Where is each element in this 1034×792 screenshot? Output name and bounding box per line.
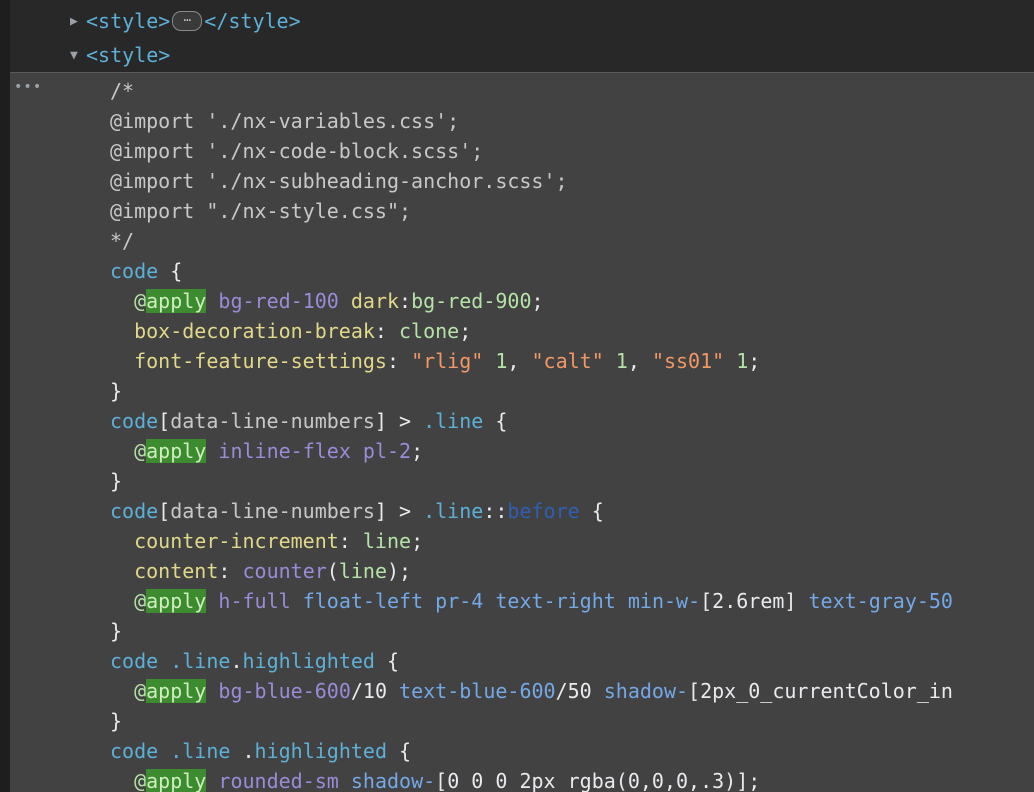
- import-line: @import './nx-subheading-anchor.scss';: [110, 169, 568, 193]
- apply-line: @apply bg-red-100 dark:bg-red-900;: [134, 289, 544, 313]
- import-line: @import './nx-code-block.scss';: [110, 139, 484, 163]
- decl-line: box-decoration-break: clone;: [134, 319, 472, 343]
- style-close-tag: </style>: [204, 9, 301, 33]
- rule-code: code {: [110, 259, 183, 283]
- collapsed-style-node[interactable]: ▶ <style> ⋯ </style>: [10, 4, 1034, 38]
- style-content[interactable]: ••• /* @import './nx-variables.css'; @im…: [10, 72, 1034, 792]
- rule-highlighted: code .line.highlighted {: [110, 649, 400, 673]
- left-gutter: [0, 0, 10, 792]
- decl-line: content: counter(line);: [134, 559, 412, 583]
- rule-close: }: [110, 469, 123, 493]
- rule-close: }: [110, 709, 123, 733]
- rule-highlighted-desc: code .line .highlighted {: [110, 739, 412, 763]
- apply-line: @apply inline-flex pl-2;: [134, 439, 424, 463]
- ellipsis-icon[interactable]: ⋯: [172, 11, 203, 31]
- rule-line-numbers: code[data-line-numbers] > .line {: [110, 409, 508, 433]
- comment-close: */: [110, 229, 135, 253]
- more-options-icon[interactable]: •••: [14, 79, 42, 95]
- rule-line-before: code[data-line-numbers] > .line::before …: [110, 499, 604, 523]
- comment-open: /*: [110, 79, 135, 103]
- import-line: @import './nx-variables.css';: [110, 109, 460, 133]
- apply-line: @apply h-full float-left pr-4 text-right…: [134, 589, 953, 613]
- devtools-elements-panel: ▶ <style> ⋯ </style> ▼ <style> ••• /* @i…: [0, 0, 1034, 792]
- expand-triangle-icon[interactable]: ▶: [70, 14, 86, 29]
- import-line: @import "./nx-style.css";: [110, 199, 412, 223]
- rule-close: }: [110, 379, 123, 403]
- rule-close: }: [110, 619, 123, 643]
- apply-line: @apply rounded-sm shadow-[0_0_0_2px_rgba…: [134, 769, 761, 792]
- style-open-tag: <style>: [86, 9, 171, 33]
- decl-line: font-feature-settings: "rlig" 1, "calt" …: [134, 349, 761, 373]
- style-open-tag: <style>: [86, 43, 171, 67]
- apply-line: @apply bg-blue-600/10 text-blue-600/50 s…: [134, 679, 953, 703]
- expanded-style-node[interactable]: ▼ <style>: [10, 38, 1034, 72]
- decl-line: counter-increment: line;: [134, 529, 424, 553]
- collapse-triangle-icon[interactable]: ▼: [70, 48, 86, 63]
